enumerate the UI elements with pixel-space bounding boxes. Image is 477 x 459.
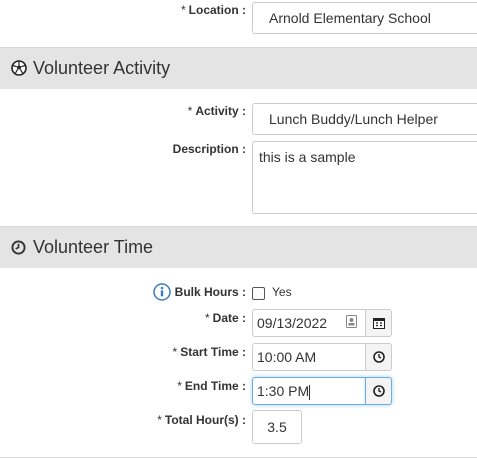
section-title: Volunteer Activity (33, 58, 171, 78)
calendar-icon (372, 318, 385, 329)
start-time-picker-button[interactable] (366, 343, 392, 371)
required-marker: * (157, 413, 162, 427)
total-hours-label: * Total Hour(s) : (157, 413, 246, 427)
activity-label: * Activity : (187, 104, 246, 118)
bulk-hours-yes-label: Yes (272, 285, 292, 299)
clock-icon (11, 240, 26, 255)
section-title: Volunteer Time (33, 237, 154, 257)
end-time-picker-button[interactable] (366, 377, 392, 405)
contact-card-icon[interactable] (346, 315, 357, 328)
clock-icon (372, 351, 385, 363)
end-time-field[interactable]: 1:30 PM (252, 377, 366, 405)
location-label: * Location : (181, 3, 246, 17)
location-field[interactable]: Arnold Elementary School (252, 2, 477, 34)
required-marker: * (181, 3, 186, 17)
date-label: * Date : (204, 311, 246, 325)
required-marker: * (177, 379, 182, 393)
end-time-label: * End Time : (177, 379, 246, 393)
bottom-divider (0, 457, 477, 458)
description-textarea[interactable]: this is a sample (252, 141, 477, 214)
start-time-label: * Start Time : (172, 345, 246, 359)
info-circle-icon[interactable] (153, 283, 171, 301)
description-label: Description : (172, 142, 246, 156)
text-cursor (309, 384, 311, 400)
activity-field[interactable]: Lunch Buddy/Lunch Helper (252, 103, 477, 135)
bulk-hours-checkbox[interactable] (252, 287, 265, 300)
required-marker: * (172, 345, 178, 359)
clock-icon (372, 385, 385, 397)
required-marker: * (204, 311, 210, 325)
start-time-field[interactable]: 10:00 AM (252, 343, 366, 371)
bulk-hours-label: Bulk Hours : (174, 285, 246, 299)
volunteer-activity-header: Volunteer Activity (0, 47, 477, 89)
total-hours-field: 3.5 (252, 410, 302, 444)
soccer-ball-icon (11, 60, 27, 76)
required-marker: * (187, 104, 193, 118)
volunteer-time-header: Volunteer Time (0, 226, 477, 268)
date-picker-button[interactable] (366, 309, 392, 337)
